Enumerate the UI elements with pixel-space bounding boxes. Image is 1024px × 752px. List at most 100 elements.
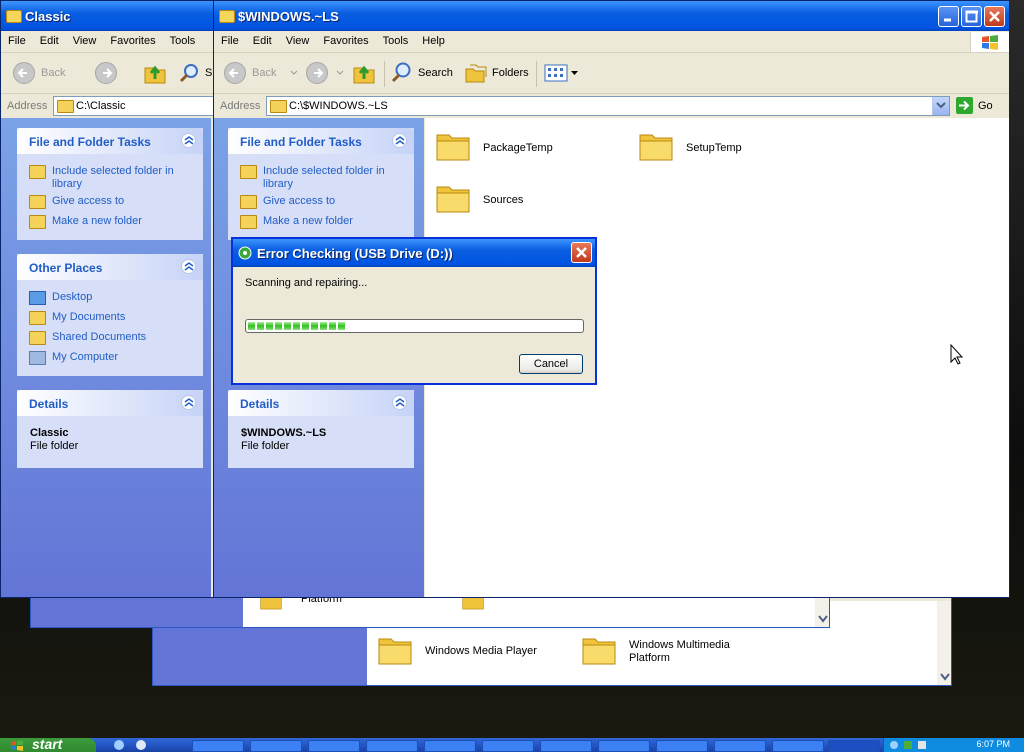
- taskbar-button[interactable]: [772, 740, 824, 752]
- close-button[interactable]: [571, 242, 592, 263]
- folders-label: Folders: [492, 67, 529, 79]
- panel-header[interactable]: File and Folder Tasks: [17, 128, 203, 154]
- back-arrow-icon: [13, 62, 35, 84]
- back-button[interactable]: Back: [13, 61, 65, 85]
- taskbar-button[interactable]: [366, 740, 418, 752]
- task-label: Make a new folder: [52, 215, 142, 227]
- task-label: Give access to: [263, 195, 336, 207]
- tray-network-icon[interactable]: [890, 741, 898, 749]
- panel-header[interactable]: Other Places: [17, 254, 203, 280]
- details-name: $WINDOWS.~LS: [241, 427, 327, 439]
- menu-edit[interactable]: Edit: [33, 32, 66, 47]
- views-grid-icon: [544, 64, 568, 82]
- folder-icon: [6, 10, 22, 23]
- quick-launch-search-icon[interactable]: [136, 740, 146, 750]
- menu-file[interactable]: File: [214, 32, 246, 47]
- menu-view[interactable]: View: [279, 32, 317, 47]
- computer-icon: [29, 351, 46, 365]
- title-bar[interactable]: $WINDOWS.~LS: [214, 1, 1009, 31]
- collapse-chevron-icon[interactable]: [181, 259, 196, 274]
- collapse-chevron-icon[interactable]: [392, 395, 407, 410]
- search-icon: [179, 64, 198, 83]
- forward-arrow-icon: [95, 62, 117, 84]
- taskbar-button[interactable]: [308, 740, 360, 752]
- menu-tools[interactable]: Tools: [163, 32, 203, 47]
- folder-icon: [436, 186, 470, 213]
- forward-button[interactable]: [95, 61, 117, 85]
- menu-favorites[interactable]: Favorites: [316, 32, 375, 47]
- taskbar-button[interactable]: [250, 740, 302, 752]
- up-folder-button[interactable]: [352, 61, 376, 85]
- tray-safely-remove-icon[interactable]: [904, 741, 912, 749]
- chevron-down-icon: [936, 102, 946, 109]
- details-panel: Details $WINDOWS.~LS File folder: [228, 390, 414, 468]
- other-places-panel: Other Places Desktop My Documents Shared…: [17, 254, 203, 376]
- title-bar[interactable]: Classic: [1, 1, 215, 31]
- address-dropdown-button[interactable]: [932, 97, 949, 115]
- taskbar-button[interactable]: [424, 740, 476, 752]
- address-input[interactable]: C:\$WINDOWS.~LS: [266, 96, 950, 116]
- dropdown-arrow-icon[interactable]: [336, 70, 346, 76]
- panel-header[interactable]: Details: [228, 390, 414, 416]
- folder-label[interactable]: Windows Multimedia Platform: [629, 639, 759, 665]
- share-icon: [240, 195, 257, 209]
- close-button[interactable]: [984, 6, 1005, 27]
- scrollbar[interactable]: [937, 601, 951, 685]
- taskbar-button[interactable]: [656, 740, 708, 752]
- search-button[interactable]: S: [179, 61, 212, 85]
- menu-tools[interactable]: Tools: [376, 32, 416, 47]
- progress-segment: [248, 322, 255, 330]
- go-button[interactable]: Go: [956, 97, 993, 114]
- minimize-button[interactable]: [938, 6, 959, 27]
- taskbar-button[interactable]: [192, 740, 244, 752]
- folder-icon: [270, 100, 287, 113]
- error-checking-dialog[interactable]: Error Checking (USB Drive (D:)) Scanning…: [231, 237, 597, 385]
- collapse-chevron-icon[interactable]: [181, 395, 196, 410]
- menu-file[interactable]: File: [1, 32, 33, 47]
- menu-view[interactable]: View: [66, 32, 104, 47]
- search-button[interactable]: Search: [390, 61, 453, 85]
- folder-label[interactable]: Windows Media Player: [425, 645, 537, 657]
- task-label: Give access to: [52, 195, 125, 207]
- progress-segment: [284, 322, 291, 330]
- file-folder-tasks-panel: File and Folder Tasks Include selected f…: [17, 128, 203, 240]
- collapse-chevron-icon[interactable]: [181, 133, 196, 148]
- folders-button[interactable]: Folders: [464, 61, 529, 85]
- task-label: Include selected folder in library: [263, 165, 385, 190]
- panel-header[interactable]: File and Folder Tasks: [228, 128, 414, 154]
- tray-volume-icon[interactable]: [918, 741, 926, 749]
- taskbar-button[interactable]: [482, 740, 534, 752]
- taskbar-button[interactable]: [540, 740, 592, 752]
- views-button[interactable]: [544, 61, 579, 85]
- progress-segment: [302, 322, 309, 330]
- taskbar-button[interactable]: [714, 740, 766, 752]
- back-button[interactable]: Back: [224, 61, 300, 85]
- cancel-button[interactable]: Cancel: [519, 354, 583, 374]
- dropdown-arrow-icon[interactable]: [571, 70, 579, 76]
- taskbar-button[interactable]: [598, 740, 650, 752]
- menu-help[interactable]: Help: [415, 32, 452, 47]
- menu-favorites[interactable]: Favorites: [103, 32, 162, 47]
- details-panel: Details Classic File folder: [17, 390, 203, 468]
- quick-launch-ie-icon[interactable]: [114, 740, 124, 750]
- chevron-down-icon[interactable]: [940, 673, 950, 681]
- taskbar-button-active[interactable]: [828, 740, 880, 752]
- dropdown-arrow-icon[interactable]: [290, 70, 300, 76]
- dialog-title-bar[interactable]: Error Checking (USB Drive (D:)): [233, 239, 595, 267]
- window-title: Classic: [25, 9, 71, 24]
- chevron-down-icon[interactable]: [818, 615, 828, 623]
- back-label: Back: [41, 67, 66, 79]
- panel-header[interactable]: Details: [17, 390, 203, 416]
- toolbar-separator: [384, 61, 385, 87]
- collapse-chevron-icon[interactable]: [392, 133, 407, 148]
- progress-segment: [329, 322, 336, 330]
- start-button[interactable]: start: [0, 736, 96, 752]
- up-folder-button[interactable]: [143, 61, 167, 85]
- forward-button[interactable]: [306, 61, 346, 85]
- progress-segment: [311, 322, 318, 330]
- address-input[interactable]: C:\Classic: [53, 96, 215, 116]
- classic-window[interactable]: Classic File Edit View Favorites Tools Back …: [0, 0, 216, 598]
- maximize-button[interactable]: [961, 6, 982, 27]
- folder-label: PackageTemp: [483, 142, 553, 154]
- menu-edit[interactable]: Edit: [246, 32, 279, 47]
